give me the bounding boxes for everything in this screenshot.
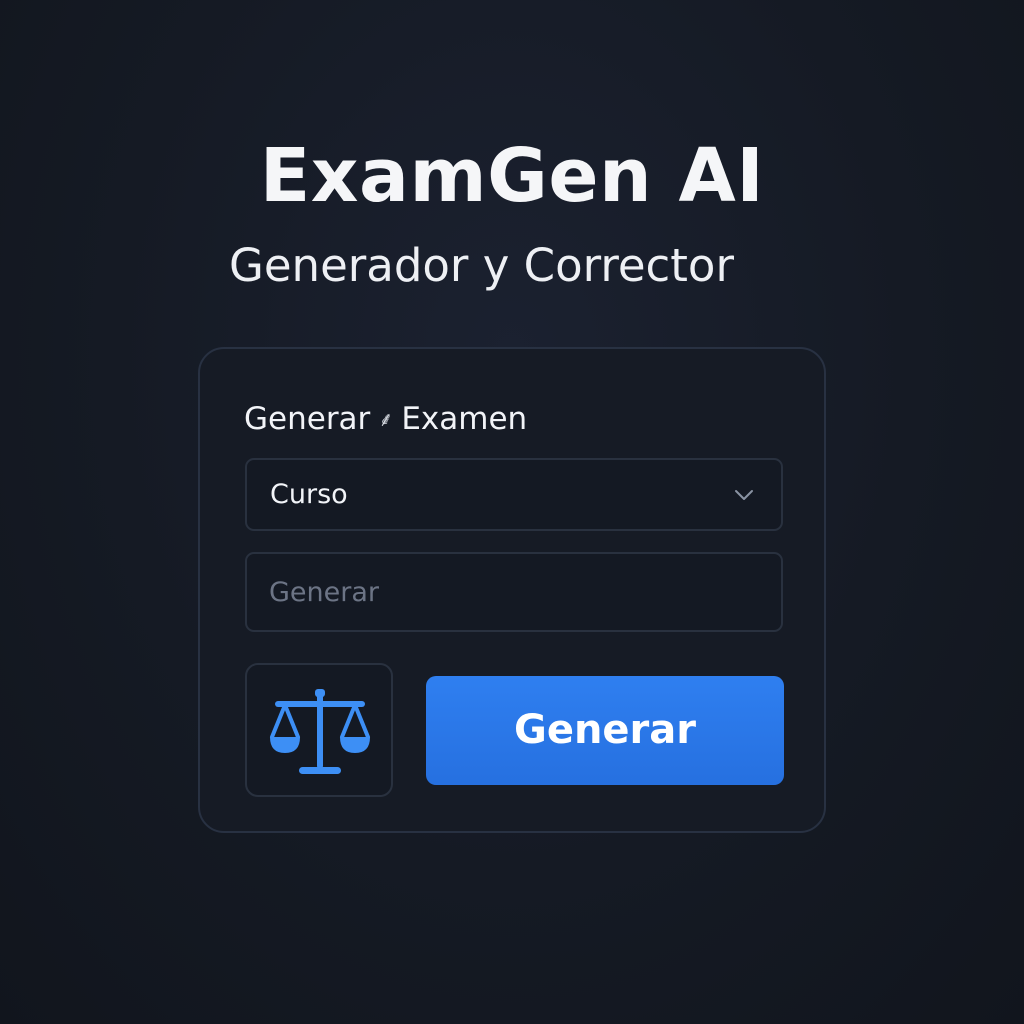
- card-heading-right: Examen: [401, 401, 528, 437]
- generate-button[interactable]: Generar: [426, 676, 784, 785]
- app-title: ExamGen AI: [259, 133, 765, 219]
- course-select-value: Curso: [270, 479, 348, 510]
- generate-exam-card: Generar ⸙ Examen Curso Generar Generar: [198, 347, 826, 833]
- chevron-down-icon: [735, 490, 753, 500]
- scale-button[interactable]: [245, 663, 393, 797]
- card-heading: Generar ⸙ Examen: [244, 399, 527, 439]
- app-subtitle: Generador y Corrector: [229, 239, 734, 292]
- heading-separator-icon: ⸙: [378, 407, 394, 431]
- course-select[interactable]: Curso: [245, 458, 783, 531]
- prompt-input[interactable]: [245, 552, 783, 632]
- scale-icon: [270, 689, 370, 774]
- card-heading-left: Generar: [244, 401, 371, 437]
